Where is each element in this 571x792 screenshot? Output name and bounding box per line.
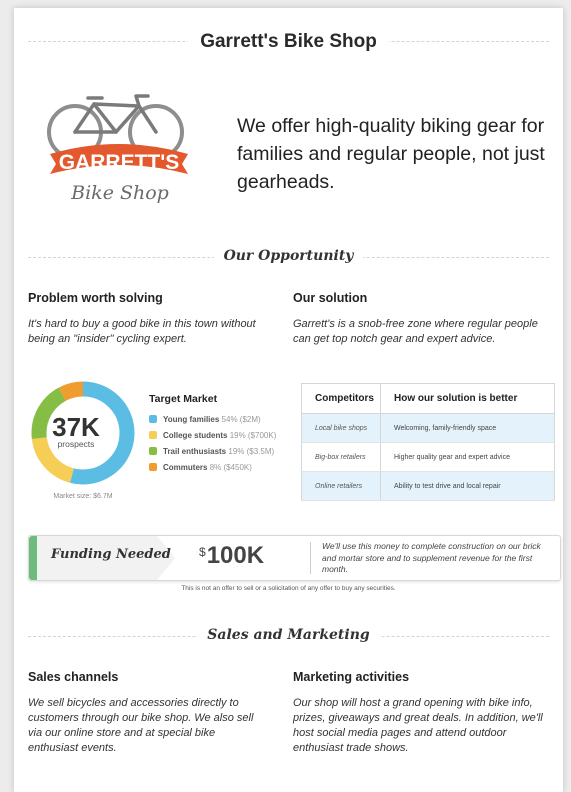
legend-swatch xyxy=(149,463,157,471)
solution-text: Garrett's is a snob-free zone where regu… xyxy=(293,318,538,345)
table-row: Local bike shops Welcoming, family-frien… xyxy=(301,413,555,443)
problem-text: It's hard to buy a good bike in this tow… xyxy=(28,318,256,345)
funding-disclaimer: This is not an offer to sell or a solici… xyxy=(181,585,396,592)
funding-needed-box: Funding Needed $100K We'll use this mone… xyxy=(28,535,561,581)
competitor-cell: Local bike shops xyxy=(301,413,381,443)
legend-item-commuters: Commuters 8% ($450K) xyxy=(149,462,252,474)
channels-heading: Sales channels xyxy=(28,670,119,684)
legend-item-college-students: College students 19% ($700K) xyxy=(149,430,276,442)
opportunity-heading: Our Opportunity xyxy=(14,248,563,264)
advantage-cell: Higher quality gear and expert advice xyxy=(380,442,555,472)
competitors-table: Competitors How our solution is better L… xyxy=(301,383,555,501)
funding-divider xyxy=(310,542,311,574)
problem-heading: Problem worth solving xyxy=(28,291,163,305)
funding-description: We'll use this money to complete constru… xyxy=(322,541,541,574)
legend-swatch xyxy=(149,447,157,455)
market-size: Market size: $6.7M xyxy=(53,493,113,500)
legend-item-young-families: Young families 54% ($2M) xyxy=(149,414,261,426)
legend-swatch xyxy=(149,415,157,423)
table-header-row: Competitors How our solution is better xyxy=(301,383,555,414)
marketing-heading: Marketing activities xyxy=(293,670,410,684)
svg-text:GARRETT'S: GARRETT'S xyxy=(59,151,180,174)
company-logo: GARRETT'S Bike Shop xyxy=(44,94,194,212)
svg-text:Bike Shop: Bike Shop xyxy=(70,182,169,204)
channels-text: We sell bicycles and accessories directl… xyxy=(28,697,254,754)
table-row: Big-box retailers Higher quality gear an… xyxy=(301,442,555,472)
funding-label: Funding Needed xyxy=(51,547,171,562)
advantage-cell: Welcoming, family-friendly space xyxy=(380,413,555,443)
prospects-label: prospects xyxy=(57,439,95,449)
plan-page: Garrett's Bike Shop GARRETT'S Bike Shop … xyxy=(14,8,563,792)
tagline: We offer high-quality biking gear for fa… xyxy=(237,115,545,193)
funding-accent-bar xyxy=(29,536,37,580)
bike-logo-graphic: GARRETT'S Bike Shop xyxy=(47,94,188,204)
page-title: Garrett's Bike Shop xyxy=(14,31,563,53)
solution-heading: Our solution xyxy=(293,291,368,305)
target-market-title: Target Market xyxy=(149,393,218,405)
advantage-header: How our solution is better xyxy=(380,383,555,414)
competitor-cell: Big-box retailers xyxy=(301,442,381,472)
table-row: Online retailers Ability to test drive a… xyxy=(301,471,555,501)
marketing-text: Our shop will host a grand opening with … xyxy=(293,697,543,754)
competitor-cell: Online retailers xyxy=(301,471,381,501)
funding-amount: $100K xyxy=(199,542,265,569)
sales-heading: Sales and Marketing xyxy=(14,627,563,643)
legend-swatch xyxy=(149,431,157,439)
competitors-header: Competitors xyxy=(301,383,381,414)
legend-item-trail-enthusiasts: Trail enthusiasts 19% ($3.5M) xyxy=(149,446,274,458)
advantage-cell: Ability to test drive and local repair xyxy=(380,471,555,501)
